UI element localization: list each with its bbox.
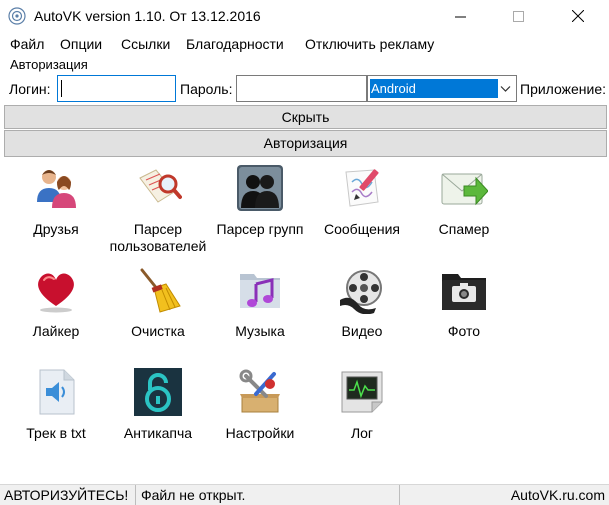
cleanup-icon [140, 268, 181, 313]
anticaptcha-icon [134, 368, 182, 416]
settings-icon [239, 369, 280, 413]
hide-button[interactable]: Скрыть [4, 105, 607, 129]
password-input[interactable] [236, 75, 367, 102]
tile-label: Очистка [131, 323, 185, 339]
maximize-button[interactable] [495, 0, 541, 32]
tile-label: Настройки [225, 425, 295, 441]
tile-label: Лог [350, 425, 374, 441]
tile-user-parser[interactable]: Парсер пользователей [106, 164, 210, 255]
tile-label: Друзья [33, 221, 79, 237]
tile-label: Лайкер [32, 323, 80, 339]
video-icon [340, 270, 382, 315]
menu-thanks[interactable]: Благодарности [186, 36, 284, 52]
menu-bar: Файл Опции Ссылки Благодарности Отключит… [0, 33, 609, 55]
tile-label: Спамер [438, 221, 490, 237]
track-to-txt-icon [39, 369, 75, 415]
close-icon [572, 10, 584, 22]
menu-disable-ads[interactable]: Отключить рекламу [305, 36, 434, 52]
group-parser-icon [237, 165, 283, 211]
tile-spammer[interactable]: Спамер [412, 164, 516, 238]
tile-label: Парсер групп [216, 221, 304, 237]
tile-photo[interactable]: Фото [412, 266, 516, 340]
spammer-icon [441, 173, 489, 206]
window-title: AutoVK version 1.10. От 13.12.2016 [34, 8, 261, 24]
tile-label: Антикапча [123, 425, 193, 441]
tile-video[interactable]: Видео [310, 266, 414, 340]
minimize-icon [454, 16, 466, 17]
log-icon [341, 371, 383, 413]
maximize-icon [512, 10, 524, 22]
tile-label: Видео [341, 323, 383, 339]
title-bar: AutoVK version 1.10. От 13.12.2016 [0, 0, 609, 32]
status-auth-state: АВТОРИЗУЙТЕСЬ! [0, 485, 136, 505]
menu-file[interactable]: Файл [10, 36, 44, 52]
liker-icon [38, 273, 74, 313]
login-input[interactable] [57, 75, 176, 102]
authorize-button[interactable]: Авторизация [4, 130, 607, 157]
tile-label: Сообщения [324, 221, 400, 237]
login-label: Логин: [9, 81, 51, 97]
password-label: Пароль: [180, 81, 233, 97]
tile-music[interactable]: Музыка [208, 266, 312, 340]
tile-anticaptcha[interactable]: Антикапча [106, 368, 210, 442]
tile-settings[interactable]: Настройки [208, 368, 312, 442]
text-caret [61, 80, 62, 97]
tile-messages[interactable]: Сообщения [310, 164, 414, 238]
app-logo-icon [8, 7, 26, 25]
app-label: Приложение: [520, 81, 607, 97]
chevron-down-icon [500, 86, 511, 92]
tile-label: Трек в txt [26, 425, 86, 441]
tile-label: Музыка [235, 323, 285, 339]
photo-icon [442, 274, 486, 310]
auth-group-label: Авторизация [10, 57, 88, 72]
tools-grid: Друзья Парсер пользователей Парсер групп [0, 160, 609, 482]
music-icon [240, 274, 280, 308]
tile-friends[interactable]: Друзья [4, 164, 108, 238]
messages-icon [345, 169, 379, 207]
close-button[interactable] [555, 0, 601, 32]
menu-options[interactable]: Опции [60, 36, 102, 52]
app-select-value: Android [370, 79, 498, 98]
status-file-state: Файл не открыт. [137, 485, 400, 505]
tile-log[interactable]: Лог [310, 368, 414, 442]
tile-track-to-txt[interactable]: Трек в txt [4, 368, 108, 442]
app-select[interactable]: Android [367, 75, 517, 102]
tile-group-parser[interactable]: Парсер групп [208, 164, 312, 238]
status-bar: АВТОРИЗУЙТЕСЬ! Файл не открыт. AutoVK.ru… [0, 484, 609, 505]
status-site-link[interactable]: AutoVK.ru.com [401, 485, 609, 505]
tile-label: Фото [447, 323, 481, 339]
user-parser-icon [139, 169, 182, 203]
tile-label: Парсер пользователей [109, 221, 207, 254]
tile-liker[interactable]: Лайкер [4, 266, 108, 340]
minimize-button[interactable] [437, 0, 483, 32]
tile-cleanup[interactable]: Очистка [106, 266, 210, 340]
friends-icon [37, 170, 76, 208]
menu-links[interactable]: Ссылки [121, 36, 170, 52]
